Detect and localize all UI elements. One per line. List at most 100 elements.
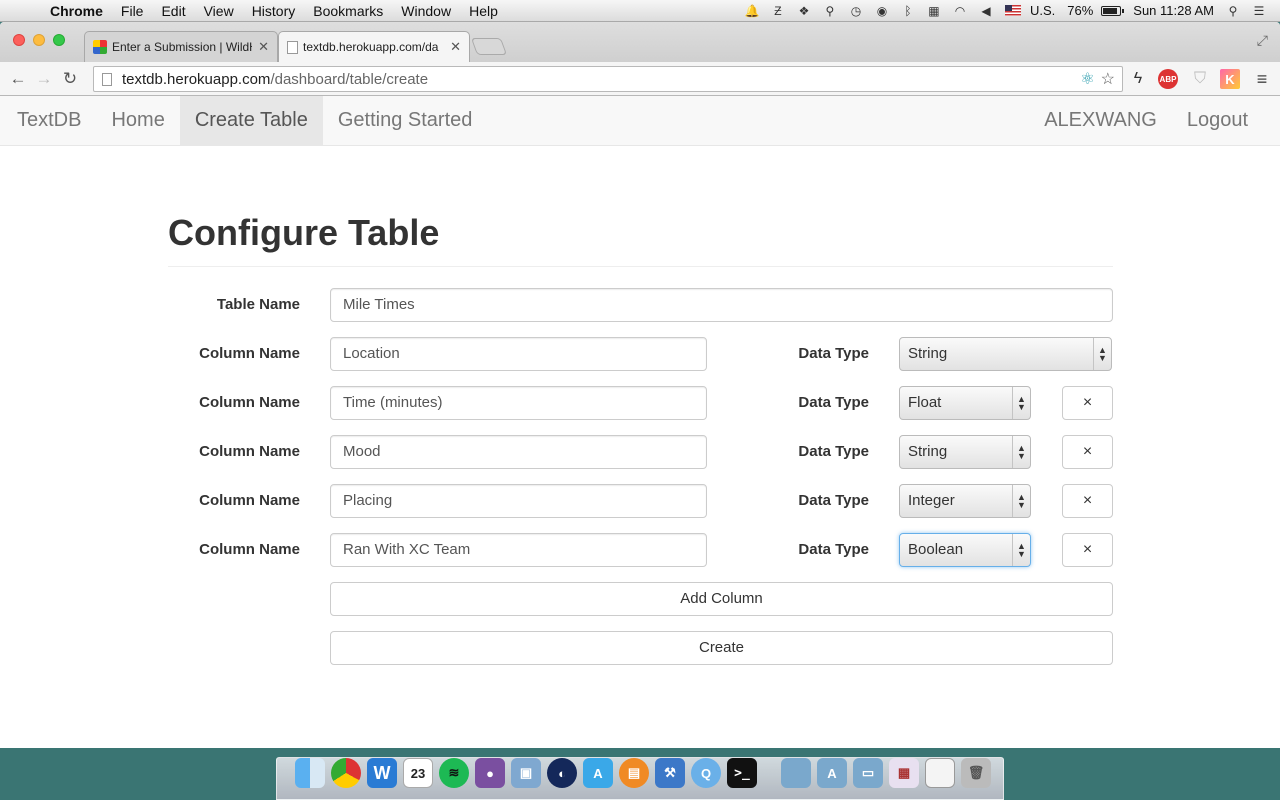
column-name-input[interactable]: Placing — [330, 484, 707, 518]
remove-column-button[interactable]: × — [1062, 386, 1113, 420]
keyboard-icon[interactable]: ▦ — [926, 4, 942, 18]
dropbox-icon[interactable]: ❖ — [796, 4, 812, 18]
document-icon[interactable] — [925, 758, 955, 788]
menu-help[interactable]: Help — [460, 3, 507, 19]
data-type-label: Data Type — [798, 345, 869, 362]
adblock-plus-icon[interactable]: ABP — [1158, 69, 1178, 89]
remove-column-button[interactable]: × — [1062, 484, 1113, 518]
data-type-select[interactable]: Boolean ▲ ▼ — [899, 533, 1031, 567]
word-icon[interactable]: W — [367, 758, 397, 788]
data-type-select[interactable]: String ▲ ▼ — [899, 435, 1031, 469]
data-type-select[interactable]: Float ▲ ▼ — [899, 386, 1031, 420]
bluetooth-icon[interactable]: ᛒ — [900, 4, 916, 18]
trash-icon[interactable]: 🗑 — [961, 758, 991, 788]
pinwheel-favicon-icon — [93, 40, 107, 54]
fullscreen-icon[interactable]: ⤢ — [1257, 32, 1268, 49]
menu-view[interactable]: View — [195, 3, 243, 19]
data-type-label: Data Type — [798, 394, 869, 411]
back-arrow-icon[interactable]: ← — [5, 69, 31, 89]
address-bar[interactable]: textdb.herokuapp.com/dashboard/table/cre… — [93, 66, 1123, 92]
column-name-label: Column Name — [199, 345, 300, 362]
menu-app-chrome[interactable]: Chrome — [36, 3, 112, 19]
menu-window[interactable]: Window — [392, 3, 460, 19]
reload-icon[interactable]: ↻ — [57, 69, 83, 89]
github-icon[interactable]: ● — [475, 758, 505, 788]
table-name-row: Table Name Mile Times — [168, 288, 1113, 322]
column-row: Column Name Location Data Type String ▲ ▼ — [168, 337, 1113, 371]
wifi-icon[interactable]: ◠ — [952, 4, 968, 18]
nav-logout[interactable]: Logout — [1172, 96, 1263, 145]
window-close-button[interactable] — [13, 34, 25, 46]
calendar-icon[interactable]: 23 — [403, 758, 433, 788]
window-zoom-button[interactable] — [53, 34, 65, 46]
browser-tab-submission[interactable]: Enter a Submission | WildH ✕ — [84, 31, 278, 62]
z-app-icon[interactable]: Ƶ — [770, 4, 786, 18]
broom-icon[interactable]: ⚲ — [822, 4, 838, 18]
network-icon[interactable]: ⚛ — [1080, 69, 1094, 89]
column-name-input[interactable]: Ran With XC Team — [330, 533, 707, 567]
remove-column-button[interactable]: × — [1062, 533, 1113, 567]
browser-tab-textdb[interactable]: textdb.herokuapp.com/da ✕ — [278, 31, 470, 62]
tab-close-icon[interactable]: ✕ — [450, 39, 461, 55]
page-title: Configure Table — [168, 212, 440, 253]
remove-column-button[interactable]: × — [1062, 435, 1113, 469]
chrome-menu-icon[interactable]: ≡ — [1252, 69, 1272, 89]
add-column-button[interactable]: Add Column — [330, 582, 1113, 616]
window-minimize-button[interactable] — [33, 34, 45, 46]
menu-file[interactable]: File — [112, 3, 153, 19]
column-name-input[interactable]: Location — [330, 337, 707, 371]
eye-icon[interactable]: ◉ — [874, 4, 890, 18]
menu-bookmarks[interactable]: Bookmarks — [304, 3, 392, 19]
nav-create-table[interactable]: Create Table — [179, 96, 323, 145]
navbar-brand[interactable]: TextDB — [0, 96, 96, 145]
nav-username[interactable]: ALEXWANG — [1029, 96, 1172, 145]
menu-history[interactable]: History — [243, 3, 305, 19]
new-tab-button[interactable] — [470, 38, 508, 55]
tab-close-icon[interactable]: ✕ — [258, 39, 269, 55]
web-page: TextDB Home Create Table Getting Started… — [0, 96, 1280, 748]
column-name-label: Column Name — [199, 541, 300, 558]
spotlight-search-icon[interactable]: ⚲ — [1225, 4, 1241, 18]
bookmark-star-icon[interactable]: ☆ — [1101, 69, 1115, 89]
ibooks-icon[interactable]: ▤ — [619, 758, 649, 788]
battery-percent[interactable]: 76% — [1067, 3, 1093, 18]
create-button[interactable]: Create — [330, 631, 1113, 665]
xcode-icon[interactable]: ⚒ — [655, 758, 685, 788]
app-store-icon[interactable]: A — [583, 758, 613, 788]
terminal-icon[interactable]: >_ — [727, 758, 757, 788]
column-name-input[interactable]: Time (minutes) — [330, 386, 707, 420]
applications-folder-icon[interactable]: A — [817, 758, 847, 788]
shield-extension-icon[interactable]: ⛉ — [1190, 69, 1210, 89]
virtualbox-icon[interactable]: ▣ — [511, 758, 541, 788]
nav-getting-started[interactable]: Getting Started — [323, 96, 488, 145]
us-flag-icon[interactable] — [1004, 5, 1021, 16]
column-name-input[interactable]: Mood — [330, 435, 707, 469]
finder-icon[interactable] — [295, 758, 325, 788]
menu-clock[interactable]: Sun 11:28 AM — [1133, 3, 1214, 18]
table-name-input[interactable]: Mile Times — [330, 288, 1113, 322]
tab-title: Enter a Submission | WildH — [112, 40, 253, 54]
data-type-select[interactable]: String ▲ ▼ — [899, 337, 1112, 371]
forward-arrow-icon[interactable]: → — [31, 69, 57, 89]
chrome-icon[interactable] — [331, 758, 361, 788]
notification-bell-icon[interactable]: 🔔 — [744, 4, 760, 18]
data-type-select[interactable]: Integer ▲ ▼ — [899, 484, 1031, 518]
menu-edit[interactable]: Edit — [152, 3, 194, 19]
volume-icon[interactable]: ◀ — [978, 4, 994, 18]
documents-folder-icon[interactable] — [781, 758, 811, 788]
quicktime-icon[interactable]: Q — [691, 758, 721, 788]
timer-icon[interactable]: ◷ — [848, 4, 864, 18]
input-source-label[interactable]: U.S. — [1030, 3, 1055, 18]
k-extension-icon[interactable]: K — [1220, 69, 1240, 89]
bolt-extension-icon[interactable]: ϟ — [1128, 69, 1148, 89]
data-type-value: Boolean — [908, 541, 964, 558]
eclipse-icon[interactable]: ◐ — [547, 758, 577, 788]
notification-center-icon[interactable]: ☰ — [1251, 4, 1267, 18]
nav-home[interactable]: Home — [96, 96, 179, 145]
downloads-folder-icon[interactable]: ▭ — [853, 758, 883, 788]
spotify-icon[interactable]: ≋ — [439, 758, 469, 788]
battery-icon[interactable] — [1101, 5, 1125, 16]
form-container: Configure Table Table Name Mile Times Co… — [168, 146, 1113, 665]
preview-icon[interactable]: ▦ — [889, 758, 919, 788]
column-row: Column Name Placing Data Type Integer ▲ ▼… — [168, 484, 1113, 518]
